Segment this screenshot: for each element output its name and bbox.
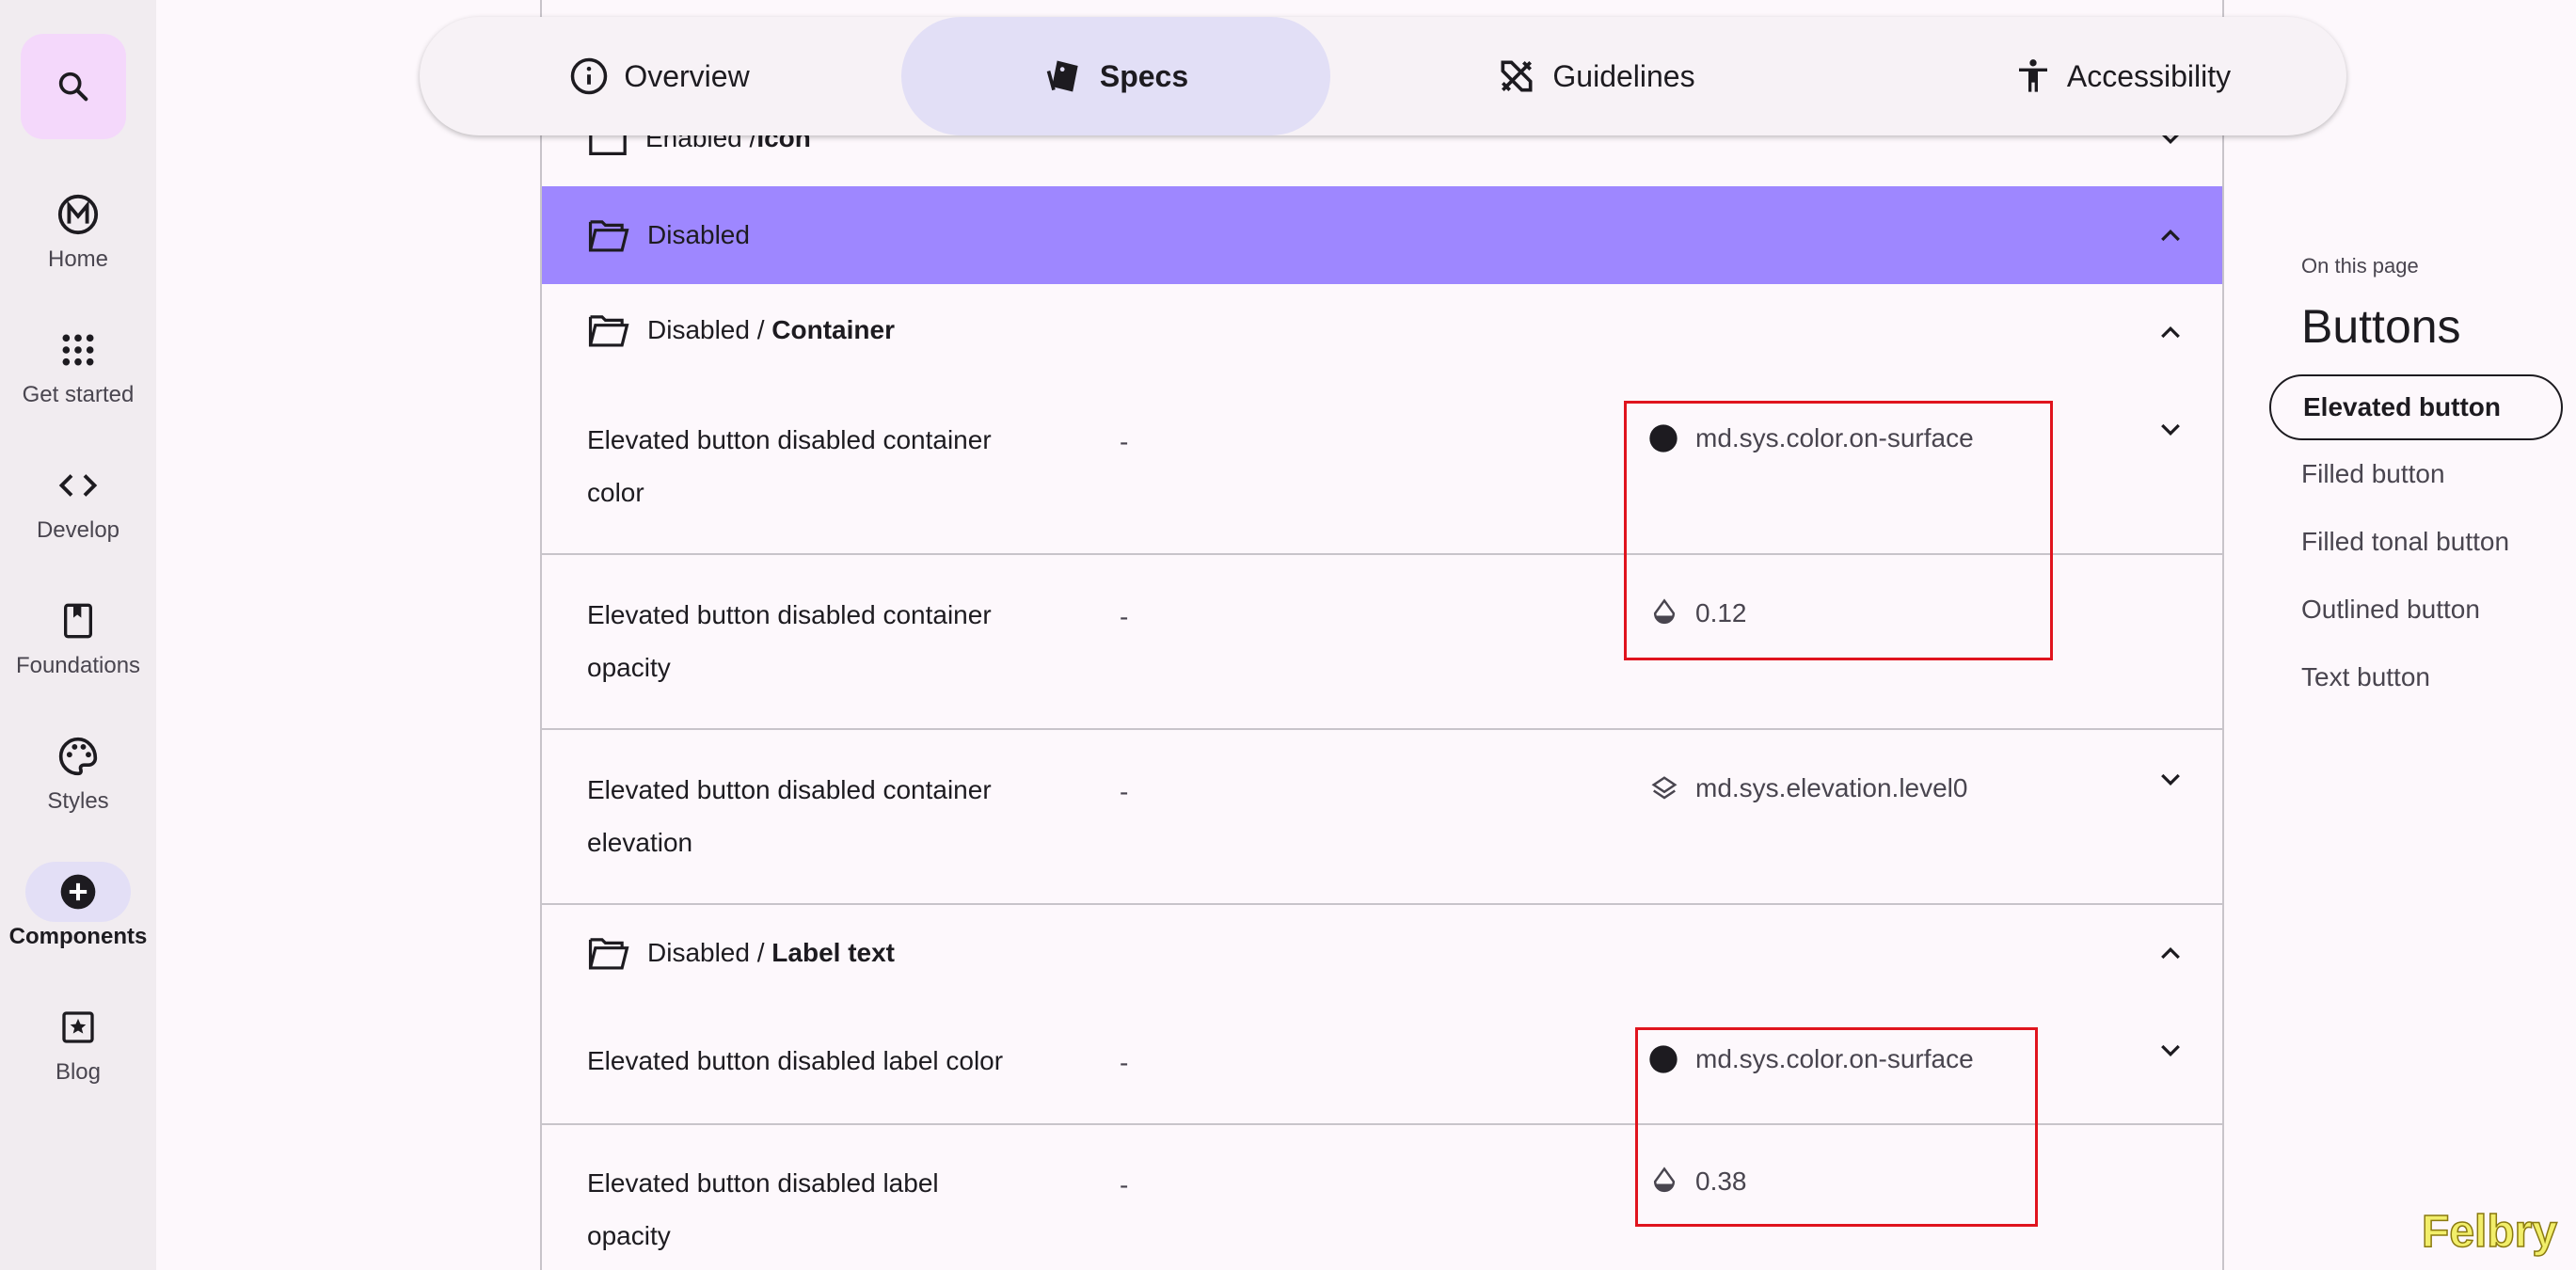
toc-title: Buttons	[2301, 300, 2461, 353]
group-header-disabled[interactable]: Disabled	[542, 186, 2222, 284]
chevron-down-icon[interactable]	[2156, 416, 2185, 444]
group-disabled-label: Disabled	[647, 220, 750, 249]
spec-tab-bar: Overview Specs Guidelines Accessibility	[420, 17, 2346, 135]
folder-open-icon	[588, 315, 629, 347]
chevron-up-icon[interactable]	[2156, 939, 2185, 967]
highlight-box-container	[1624, 401, 2053, 660]
row-divider	[542, 903, 2222, 905]
group-name: Label text	[771, 938, 895, 967]
spec-default: -	[1120, 427, 1129, 456]
tab-guidelines-label: Guidelines	[1552, 58, 1695, 93]
tab-overview-label: Overview	[624, 58, 750, 93]
watermark: Felbry	[2421, 1206, 2558, 1258]
rail-label-components: Components	[8, 924, 148, 949]
bookmark-icon	[64, 603, 92, 639]
ruler-pencil-icon	[1501, 60, 1533, 92]
rail-item-get-started[interactable]: Get started	[0, 320, 156, 408]
rail-item-blog[interactable]: Blog	[0, 997, 156, 1086]
search-icon	[58, 71, 88, 102]
folder-open-icon	[588, 938, 629, 970]
group-header-disabled-label-text[interactable]: Disabled / Label text	[542, 929, 2222, 976]
group-prefix: Disabled /	[647, 938, 772, 967]
rail-item-home[interactable]: Home	[0, 184, 156, 273]
rail-label-foundations: Foundations	[15, 653, 141, 678]
group-name: Container	[771, 315, 895, 344]
add-circle-icon	[60, 874, 96, 910]
spec-default: -	[1120, 1048, 1129, 1077]
spec-name: Elevated button disabled container elevat…	[587, 775, 992, 857]
layers-icon	[1651, 776, 1678, 800]
folder-open-icon	[588, 220, 629, 252]
code-brackets-icon	[58, 474, 98, 497]
spec-value: md.sys.elevation.level0	[1650, 773, 1967, 803]
rail-item-styles[interactable]: Styles	[0, 726, 156, 815]
info-icon	[571, 57, 608, 95]
tab-specs[interactable]: Specs	[901, 17, 1330, 135]
rail-label-develop: Develop	[36, 517, 120, 543]
spec-name: Elevated button disabled container color	[587, 425, 992, 507]
spec-default: -	[1120, 602, 1129, 631]
rail-item-foundations[interactable]: Foundations	[0, 591, 156, 679]
navigation-rail: Home Get started Develop Foundations Sty…	[0, 0, 156, 1270]
chevron-up-icon[interactable]	[2156, 221, 2185, 249]
spec-name: Elevated button disabled label opacity	[587, 1168, 939, 1250]
on-this-page: On this page Buttons Elevated button Fil…	[2269, 254, 2570, 711]
toc-item-filled-tonal-button[interactable]: Filled tonal button	[2269, 508, 2570, 576]
rail-item-components[interactable]: Components	[0, 862, 156, 950]
spec-row-container-elevation: Elevated button disabled container elevat…	[542, 764, 2222, 903]
star-box-icon	[62, 1011, 94, 1043]
tab-accessibility-label: Accessibility	[2066, 58, 2232, 93]
grid-dots-icon	[62, 334, 94, 366]
rail-item-develop[interactable]: Develop	[0, 455, 156, 544]
toc-item-outlined-button[interactable]: Outlined button	[2269, 576, 2570, 643]
rail-label-styles: Styles	[47, 788, 109, 814]
spec-default: -	[1120, 1170, 1129, 1199]
chevron-up-icon[interactable]	[2156, 318, 2185, 346]
tab-overview[interactable]: Overview	[420, 17, 899, 135]
toc-item-text-button[interactable]: Text button	[2269, 643, 2570, 711]
toc-caption: On this page	[2301, 254, 2419, 278]
search-button[interactable]	[21, 34, 126, 139]
highlight-box-label	[1635, 1027, 2038, 1227]
toc-item-elevated-button[interactable]: Elevated button	[2269, 374, 2563, 440]
tab-specs-label: Specs	[1099, 58, 1189, 93]
group-header-disabled-container[interactable]: Disabled / Container	[542, 307, 2222, 354]
material-m-logo-icon	[57, 194, 99, 235]
palette-icon	[58, 737, 98, 776]
tab-guidelines[interactable]: Guidelines	[1407, 17, 1784, 135]
accessibility-icon	[2018, 59, 2047, 92]
chevron-down-icon[interactable]	[2156, 766, 2185, 794]
specs-tag-icon	[1046, 60, 1078, 92]
spec-name: Elevated button disabled container opacit…	[587, 600, 992, 682]
row-divider	[542, 728, 2222, 730]
rail-label-blog: Blog	[55, 1059, 102, 1085]
spec-name: Elevated button disabled label color	[587, 1046, 1004, 1075]
rail-label-get-started: Get started	[22, 382, 135, 407]
toc-item-filled-button[interactable]: Filled button	[2269, 440, 2570, 508]
rail-label-home: Home	[47, 246, 109, 272]
spec-default: -	[1120, 777, 1129, 806]
tab-accessibility[interactable]: Accessibility	[1934, 17, 2311, 135]
group-prefix: Disabled /	[647, 315, 772, 344]
spec-table: Enabled / Icon Disabled Disabled / Conta…	[540, 0, 2224, 1270]
chevron-down-icon[interactable]	[2156, 1037, 2185, 1065]
